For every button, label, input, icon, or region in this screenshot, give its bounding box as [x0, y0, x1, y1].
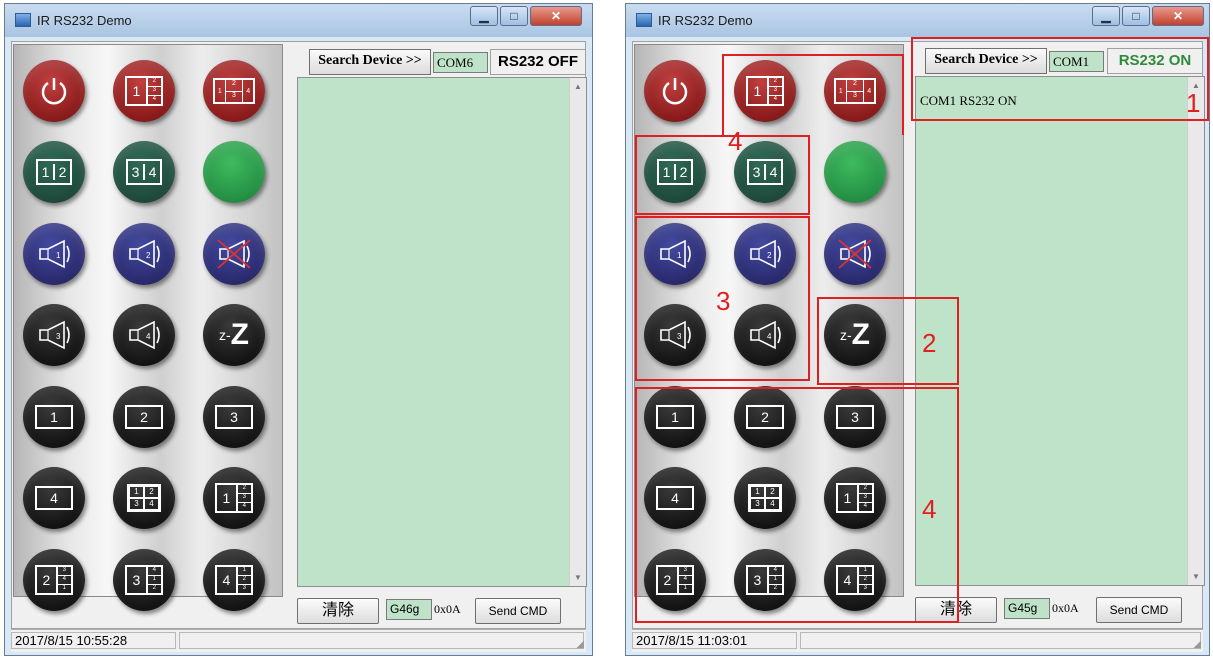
layout-1-plus-3-icon: 4123 [215, 565, 253, 595]
quad-icon: 1234 [127, 484, 161, 512]
annotation-4-top: 4 [728, 126, 743, 156]
window-title: IR RS232 Demo [37, 13, 132, 28]
svg-text:2: 2 [146, 251, 151, 260]
command-field[interactable]: G45g [1004, 598, 1050, 619]
svg-text:3: 3 [56, 332, 61, 341]
audio-1-button[interactable]: 1 [23, 223, 85, 285]
pip-1-button[interactable]: 1234 [203, 467, 265, 529]
pip-2-button[interactable]: 2341 [23, 549, 85, 611]
status-bar: 2017/8/15 10:55:28 ◢ [11, 629, 586, 652]
power-button[interactable] [23, 60, 85, 122]
input-1-button[interactable]: 1 [23, 386, 85, 448]
sleep-button[interactable]: z-Z [203, 304, 265, 366]
speaker-icon: 1 [34, 236, 74, 272]
maximize-button[interactable]: □ [1122, 6, 1150, 26]
sleep-icon: z-Z [219, 318, 249, 351]
annotation-3: 3 [716, 286, 731, 316]
quad-button[interactable]: 1234 [113, 467, 175, 529]
annotation-box-4-top-ext [722, 54, 904, 135]
svg-text:4: 4 [146, 332, 151, 341]
speaker-icon: 2 [124, 236, 164, 272]
box-icon: 4 [35, 486, 73, 510]
svg-text:1: 1 [56, 251, 61, 260]
input-4-button[interactable]: 4 [23, 467, 85, 529]
annotation-4-bottom: 4 [922, 494, 937, 524]
green-button[interactable] [824, 141, 886, 203]
layout-1-234-button[interactable]: 1234 [113, 60, 175, 122]
speaker-muted-icon [835, 236, 875, 272]
box-icon: 2 [125, 405, 163, 429]
speaker-muted-icon [214, 236, 254, 272]
minimize-button[interactable]: ▁ [470, 6, 498, 26]
speaker-icon: 3 [34, 317, 74, 353]
log-scrollbar[interactable]: ▲ ▼ [569, 78, 586, 586]
resize-grip-icon[interactable]: ◢ [576, 639, 584, 650]
maximize-button[interactable]: □ [500, 6, 528, 26]
annotation-box-4-top [635, 135, 810, 215]
audio-2-button[interactable]: 2 [113, 223, 175, 285]
minimize-button[interactable]: ▁ [1092, 6, 1120, 26]
log-area[interactable]: ▲ ▼ [297, 77, 587, 587]
mute-button[interactable] [824, 223, 886, 285]
status-empty-cell [800, 632, 1201, 649]
scroll-down-icon[interactable]: ▼ [570, 569, 586, 586]
pip-3-button[interactable]: 3412 [113, 549, 175, 611]
input-2-button[interactable]: 2 [113, 386, 175, 448]
command-field[interactable]: G46g [386, 599, 432, 620]
status-bar: 2017/8/15 11:03:01 ◢ [632, 629, 1203, 652]
power-icon [658, 74, 692, 108]
window-title: IR RS232 Demo [658, 13, 753, 28]
annotation-box-1 [911, 37, 1209, 121]
split-3-4-button[interactable]: 34 [113, 141, 175, 203]
app-window-right: IR RS232 Demo ▁ □ ✕ 1234123412341234z-Z1… [625, 3, 1210, 656]
close-button[interactable]: ✕ [530, 6, 582, 26]
annotation-1: 1 [1186, 88, 1201, 118]
close-button[interactable]: ✕ [1152, 6, 1204, 26]
scroll-down-icon[interactable]: ▼ [1188, 568, 1204, 585]
app-window-left: IR RS232 Demo ▁ □ ✕ 1234123412341234z-Z1… [4, 3, 593, 656]
status-empty-cell [179, 632, 584, 649]
title-bar[interactable]: IR RS232 Demo ▁ □ ✕ [626, 4, 1209, 37]
clear-button[interactable]: 清除 [297, 598, 379, 624]
status-datetime: 2017/8/15 11:03:01 [632, 632, 797, 649]
layout-1-plus-3-icon: 1234 [215, 483, 253, 513]
hex-suffix-label: 0x0A [1052, 601, 1079, 615]
box-icon: 1 [35, 405, 73, 429]
com-port-field[interactable]: COM6 [433, 52, 488, 73]
audio-4-button[interactable]: 4 [113, 304, 175, 366]
green-button[interactable] [203, 141, 265, 203]
hex-suffix-label: 0x0A [434, 602, 461, 616]
resize-grip-icon[interactable]: ◢ [1193, 639, 1201, 650]
status-datetime: 2017/8/15 10:55:28 [11, 632, 176, 649]
title-bar[interactable]: IR RS232 Demo ▁ □ ✕ [5, 4, 592, 37]
audio-3-button[interactable]: 3 [23, 304, 85, 366]
annotation-box-4-bottom [635, 387, 959, 623]
send-cmd-button[interactable]: Send CMD [475, 598, 561, 624]
box-icon: 3 [215, 405, 253, 429]
split-1-2-button[interactable]: 12 [23, 141, 85, 203]
input-3-button[interactable]: 3 [203, 386, 265, 448]
send-cmd-button[interactable]: Send CMD [1096, 597, 1182, 623]
search-device-button[interactable]: Search Device >> [309, 49, 431, 75]
layout-1-23-4-icon: 1234 [213, 78, 255, 104]
annotation-2: 2 [922, 328, 937, 358]
log-scrollbar[interactable]: ▲ ▼ [1187, 77, 1204, 585]
layout-1-plus-3-icon: 1234 [125, 76, 163, 106]
annotation-box-2 [817, 297, 959, 385]
power-button[interactable] [644, 60, 706, 122]
pip-4-button[interactable]: 4123 [203, 549, 265, 611]
power-icon [37, 74, 71, 108]
app-icon [636, 13, 652, 27]
layout-1-plus-3-icon: 3412 [125, 565, 163, 595]
split-icon: 12 [36, 159, 72, 185]
split-icon: 34 [126, 159, 162, 185]
speaker-icon: 4 [124, 317, 164, 353]
layout-1-plus-3-icon: 2341 [35, 565, 73, 595]
mute-button[interactable] [203, 223, 265, 285]
app-icon [15, 13, 31, 27]
layout-1-23-4-button[interactable]: 1234 [203, 60, 265, 122]
scroll-up-icon[interactable]: ▲ [570, 78, 586, 95]
rs232-status-label: RS232 OFF [490, 49, 586, 75]
